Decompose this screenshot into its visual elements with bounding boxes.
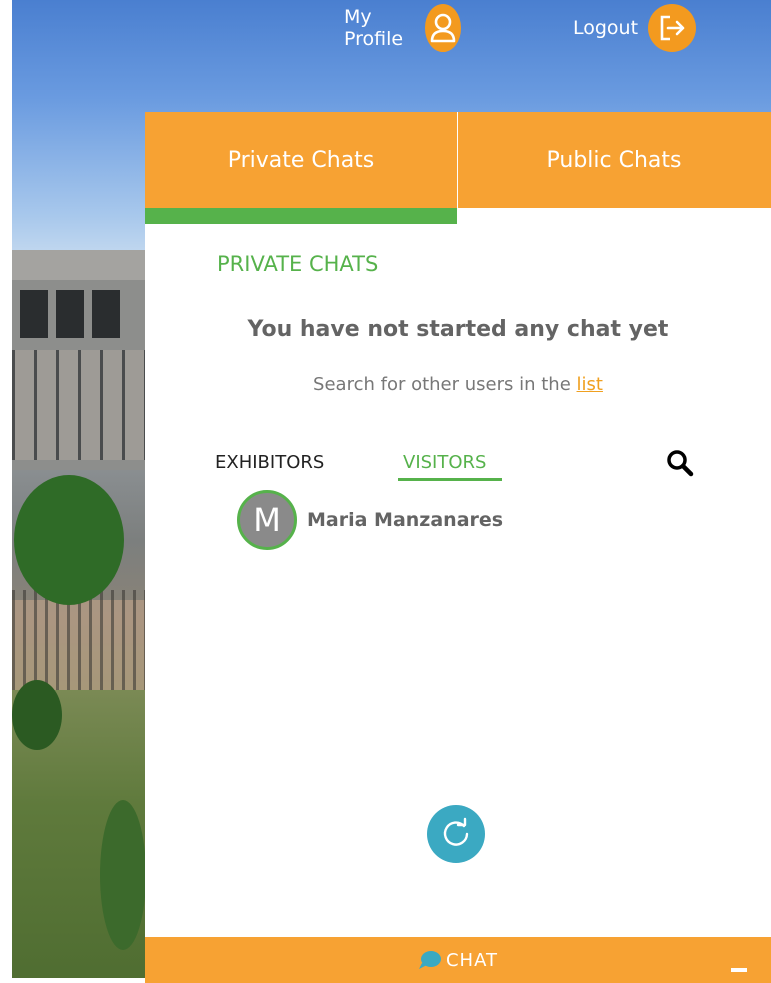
chat-toggle[interactable]: CHAT [418,950,498,971]
refresh-icon [443,817,469,846]
empty-state-text: Search for other users in the [313,374,577,395]
building-facade [12,350,146,460]
my-profile-label: My Profile [344,6,404,50]
building-roof [12,250,146,280]
user-name: Maria Manzanares [307,509,504,531]
avatar: M [237,490,297,550]
chat-bubble-icon [418,951,441,969]
building-window [56,290,84,338]
background-tree [14,475,124,605]
my-profile-link[interactable]: My Profile [344,4,462,52]
background-building [12,250,146,470]
search-button[interactable] [665,448,695,478]
chat-label: CHAT [445,949,498,971]
logout-icon [648,4,697,52]
user-icon [424,4,462,52]
tab-public-chats[interactable]: Public Chats [457,112,770,208]
user-list-item[interactable]: M Maria Manzanares [237,490,503,550]
chat-tabs: Private Chats Public Chats [145,112,771,208]
section-title: PRIVATE CHATS [217,252,379,276]
empty-state-title: You have not started any chat yet [247,317,669,342]
empty-state-subtitle: Search for other users in the list [145,374,771,395]
left-border [0,0,12,983]
logout-label: Logout [573,17,639,39]
building-window [20,290,48,338]
subtab-visitors[interactable]: VISITORS [403,452,486,473]
chat-panel: Private Chats Public Chats PRIVATE CHATS… [145,112,771,982]
logout-link[interactable]: Logout [573,4,697,52]
refresh-button[interactable] [427,805,485,863]
active-tab-indicator [145,208,457,224]
tab-private-chats[interactable]: Private Chats [145,112,457,208]
background-people [12,590,146,690]
chat-bar: CHAT [145,937,771,983]
search-icon [667,450,694,477]
list-link[interactable]: list [577,374,603,395]
building-window [92,290,120,338]
background-tree [100,800,146,950]
subtab-exhibitors[interactable]: EXHIBITORS [215,452,324,473]
background-tree [12,680,62,750]
minimize-button[interactable] [731,968,747,972]
visitors-tab-indicator [398,478,502,481]
